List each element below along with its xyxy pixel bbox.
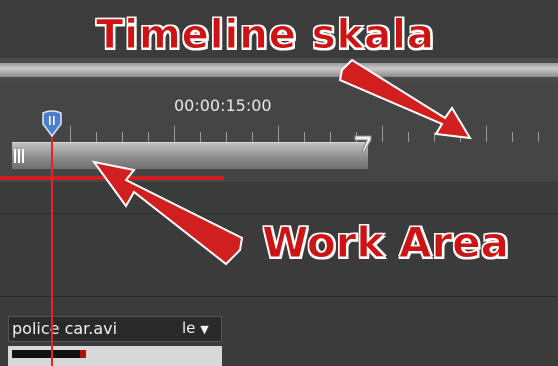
annotation-timeline-scale: Timeline skala (96, 12, 435, 59)
arrow-to-work-area-icon (91, 160, 244, 266)
arrow-to-scale-icon (338, 58, 472, 140)
annotation-work-area: Work Area (262, 218, 510, 268)
